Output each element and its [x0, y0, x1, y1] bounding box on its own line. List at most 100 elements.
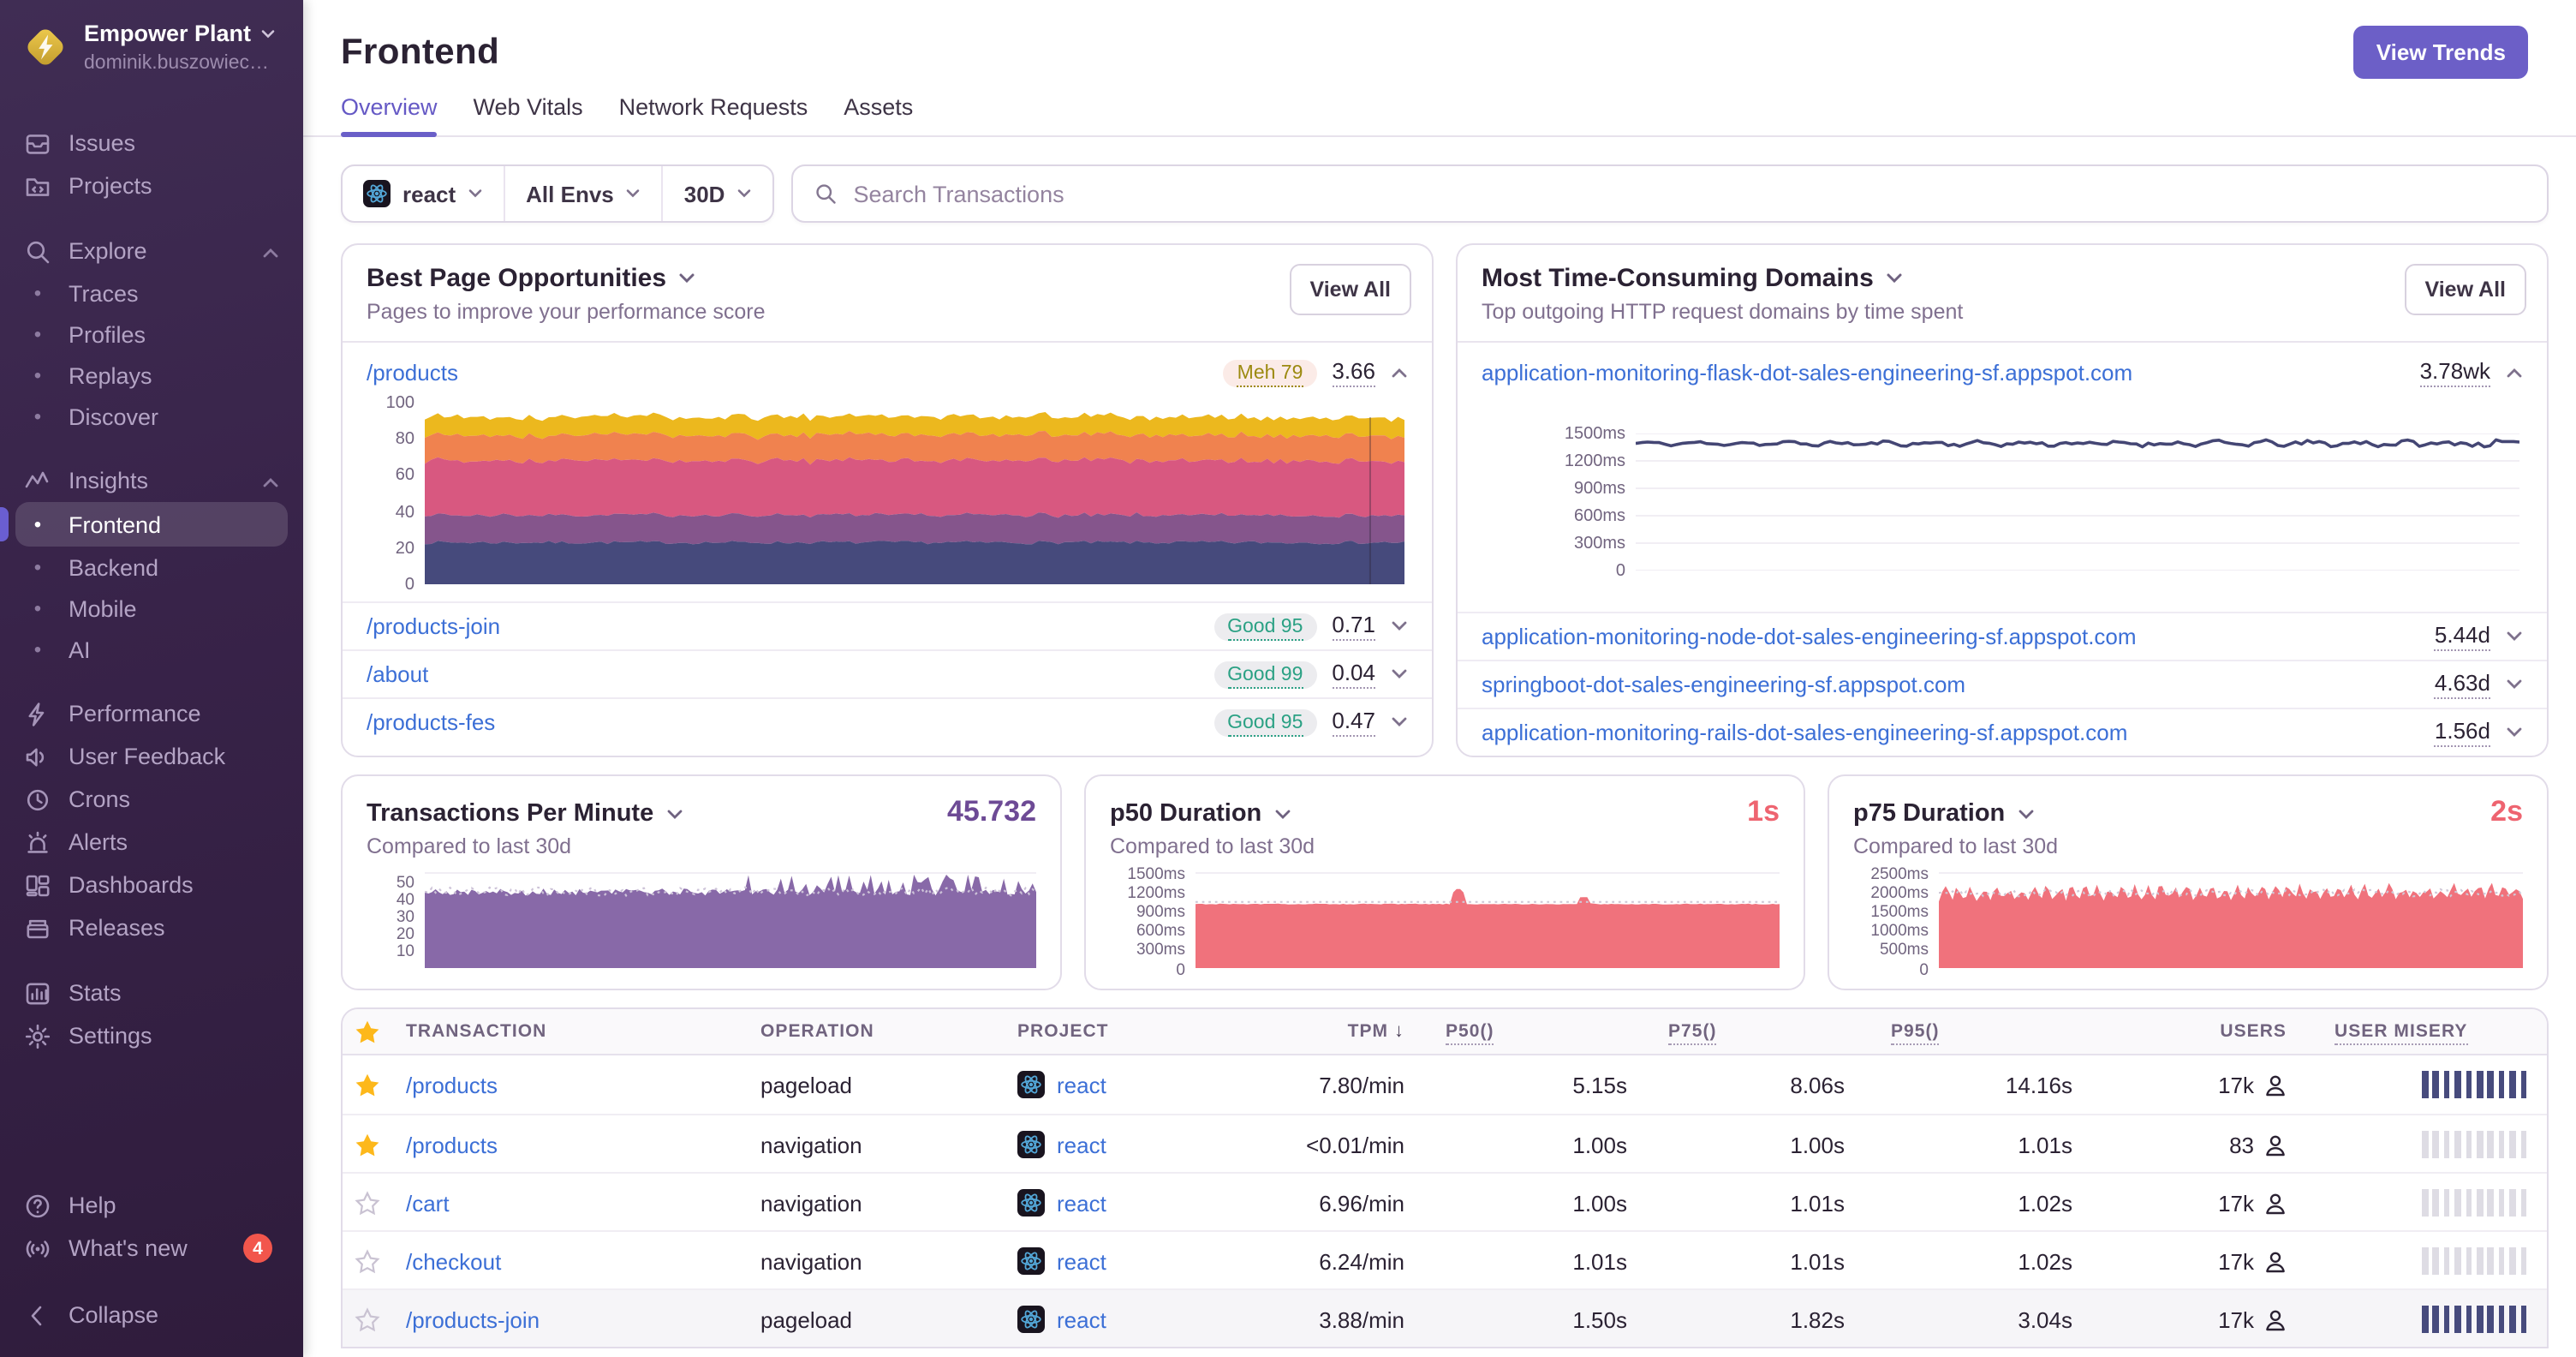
transaction-row[interactable]: /cart navigation react 6.96/min 1.00s 1.01s 1.…: [343, 1172, 2547, 1230]
performance-icon: [28, 702, 45, 726]
column-header-p50-[interactable]: P50(): [1413, 1021, 1636, 1045]
transaction-row[interactable]: /products pageload react 7.80/min 5.15s 8.06s…: [343, 1055, 2547, 1114]
sidebar-item-what-s-new[interactable]: What's new 4: [0, 1227, 303, 1270]
project-link[interactable]: react: [1057, 1248, 1106, 1274]
column-header-operation[interactable]: OPERATION: [754, 1021, 1011, 1042]
domain-row[interactable]: application-monitoring-flask-dot-sales-e…: [1458, 341, 2547, 396]
tab-network-requests[interactable]: Network Requests: [619, 94, 808, 135]
users-cell: 17k: [2081, 1190, 2295, 1216]
domains-view-all-button[interactable]: View All: [2404, 264, 2526, 315]
page-link[interactable]: /products-fes: [367, 709, 495, 735]
favorite-star-outline-icon: [354, 1306, 379, 1331]
page-link[interactable]: /products-join: [367, 613, 500, 639]
environment-filter[interactable]: All Envs: [504, 166, 662, 221]
column-header-tpm[interactable]: TPM ↓: [1250, 1021, 1413, 1042]
sidebar-item-replays[interactable]: • Replays: [0, 355, 303, 396]
column-header-p75-[interactable]: P75(): [1636, 1021, 1853, 1045]
org-switcher[interactable]: Empower Plant dominik.buszowiec…: [0, 0, 303, 94]
page-opportunity-row[interactable]: /products-fes Good 95 0.47: [343, 697, 1432, 745]
search-transactions[interactable]: [791, 164, 2549, 223]
page-link[interactable]: /products: [367, 360, 458, 386]
column-header-user-misery[interactable]: USER MISERY: [2295, 1021, 2547, 1045]
bullet-icon: •: [33, 280, 42, 304]
page-opportunity-row[interactable]: /products-join Good 95 0.71: [343, 601, 1432, 649]
sidebar-item-ai[interactable]: • AI: [0, 629, 303, 670]
page-opportunity-row[interactable]: /about Good 99 0.04: [343, 649, 1432, 697]
sidebar-item-traces[interactable]: • Traces: [0, 272, 303, 314]
stat-card-title[interactable]: p75 Duration: [1853, 800, 2034, 828]
stat-card-title[interactable]: p50 Duration: [1110, 800, 1291, 828]
favorites-column-header[interactable]: [343, 1019, 391, 1044]
column-header-users[interactable]: USERS: [2081, 1021, 2295, 1042]
domain-row[interactable]: springboot-dot-sales-engineering-sf.apps…: [1458, 660, 2547, 708]
domain-row[interactable]: application-monitoring-rails-dot-sales-e…: [1458, 708, 2547, 756]
sidebar-item-settings[interactable]: Settings: [0, 1014, 303, 1057]
project-link[interactable]: react: [1057, 1072, 1106, 1097]
transaction-link[interactable]: /checkout: [406, 1248, 501, 1274]
tab-bar: Overview Web Vitals Network Requests Assets: [303, 94, 2576, 137]
sidebar-item-projects[interactable]: Projects: [0, 164, 303, 207]
chevron-down-icon: [1392, 621, 1407, 631]
project-link[interactable]: react: [1057, 1190, 1106, 1216]
transaction-link[interactable]: /cart: [406, 1190, 450, 1216]
sidebar-item-user-feedback[interactable]: User Feedback: [0, 735, 303, 778]
sidebar-item-collapse[interactable]: Collapse: [0, 1294, 303, 1336]
project-filter[interactable]: react: [343, 166, 504, 221]
date-range-filter[interactable]: 30D: [661, 166, 773, 221]
domain-link[interactable]: application-monitoring-rails-dot-sales-e…: [1482, 720, 2127, 745]
sidebar-item-stats[interactable]: Stats: [0, 971, 303, 1014]
sidebar-item-crons[interactable]: Crons: [0, 778, 303, 821]
transaction-row[interactable]: /checkout navigation react 6.24/min 1.01s 1.0…: [343, 1230, 2547, 1288]
tab-assets[interactable]: Assets: [844, 94, 913, 135]
transaction-row[interactable]: /products-join pageload react 3.88/min 1.50s…: [343, 1288, 2547, 1347]
domains-title[interactable]: Most Time-Consuming Domains: [1482, 264, 2405, 293]
sidebar-section-insights[interactable]: Insights: [0, 459, 303, 502]
favorite-toggle[interactable]: [343, 1132, 391, 1157]
project-link[interactable]: react: [1057, 1132, 1106, 1157]
sidebar-item-dashboards[interactable]: Dashboards: [0, 864, 303, 906]
transaction-link[interactable]: /products: [406, 1072, 498, 1097]
page-opportunity-row[interactable]: /products Meh 79 3.66: [343, 341, 1432, 396]
domain-row[interactable]: application-monitoring-node-dot-sales-en…: [1458, 612, 2547, 660]
sidebar-item-performance[interactable]: Performance: [0, 692, 303, 735]
best-pages-view-all-button[interactable]: View All: [1289, 264, 1411, 315]
main-content: Frontend View Trends Overview Web Vitals N…: [303, 0, 2576, 1357]
sidebar-item-help[interactable]: Help: [0, 1184, 303, 1227]
sidebar-item-issues[interactable]: Issues: [0, 122, 303, 164]
transaction-row[interactable]: /products navigation react <0.01/min 1.00s 1.…: [343, 1114, 2547, 1172]
domain-link[interactable]: springboot-dot-sales-engineering-sf.apps…: [1482, 672, 1965, 697]
favorite-toggle[interactable]: [343, 1190, 391, 1216]
column-header-p95-[interactable]: P95(): [1853, 1021, 2081, 1045]
tab-overview[interactable]: Overview: [341, 94, 438, 137]
search-icon: [816, 184, 837, 204]
sidebar-section-explore[interactable]: Explore: [0, 230, 303, 272]
search-input[interactable]: [853, 181, 2526, 206]
users-cell: 17k: [2081, 1306, 2295, 1332]
column-header-project[interactable]: PROJECT: [1011, 1021, 1250, 1042]
tab-web-vitals[interactable]: Web Vitals: [474, 94, 583, 135]
sidebar-item-profiles[interactable]: • Profiles: [0, 314, 303, 355]
page-link[interactable]: /about: [367, 661, 428, 687]
favorite-toggle[interactable]: [343, 1072, 391, 1097]
sidebar-item-frontend[interactable]: • Frontend: [15, 502, 288, 547]
sidebar-item-releases[interactable]: Releases: [0, 906, 303, 949]
view-trends-button[interactable]: View Trends: [2353, 26, 2528, 79]
stat-card-subtitle: Compared to last 30d: [367, 834, 572, 858]
sidebar-item-alerts[interactable]: Alerts: [0, 821, 303, 864]
transaction-link[interactable]: /products: [406, 1132, 498, 1157]
p95-cell: 1.02s: [2018, 1190, 2072, 1216]
transaction-link[interactable]: /products-join: [406, 1306, 540, 1332]
operation-cell: navigation: [760, 1248, 862, 1274]
favorite-toggle[interactable]: [343, 1306, 391, 1332]
project-link[interactable]: react: [1057, 1306, 1106, 1332]
sidebar-item-backend[interactable]: • Backend: [0, 547, 303, 588]
sidebar-item-mobile[interactable]: • Mobile: [0, 588, 303, 629]
domain-link[interactable]: application-monitoring-flask-dot-sales-e…: [1482, 360, 2132, 386]
user-icon: [2266, 1074, 2285, 1096]
domain-link[interactable]: application-monitoring-node-dot-sales-en…: [1482, 624, 2137, 649]
stat-card-title[interactable]: Transactions Per Minute: [367, 800, 683, 828]
column-header-transaction[interactable]: TRANSACTION: [391, 1021, 754, 1042]
sidebar-item-discover[interactable]: • Discover: [0, 396, 303, 437]
favorite-toggle[interactable]: [343, 1248, 391, 1274]
best-pages-title[interactable]: Best Page Opportunities: [367, 264, 1290, 293]
